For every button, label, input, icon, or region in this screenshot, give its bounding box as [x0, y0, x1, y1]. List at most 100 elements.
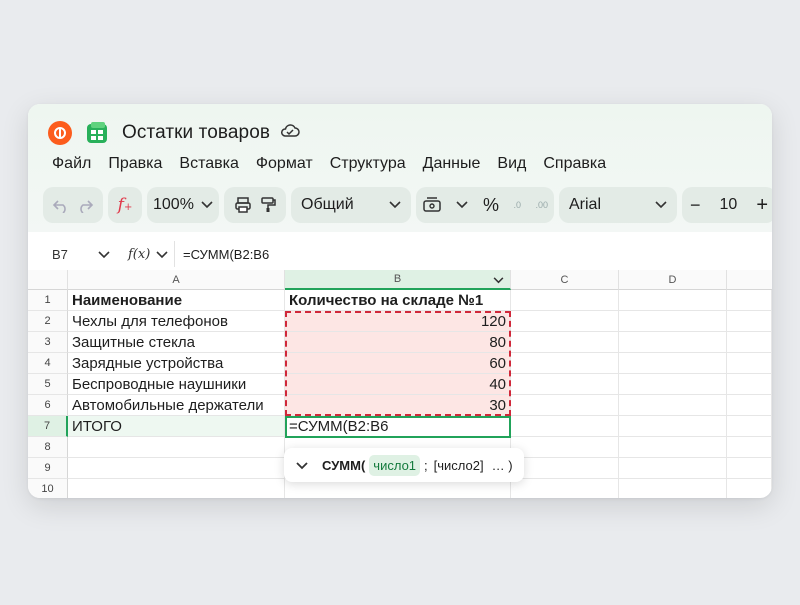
- row-header[interactable]: 2: [28, 311, 68, 332]
- sheet-cell[interactable]: [68, 479, 285, 498]
- redo-icon[interactable]: [76, 197, 94, 213]
- sheet-cell[interactable]: [511, 374, 619, 395]
- sheet-cell[interactable]: [727, 290, 772, 311]
- sheet-cell[interactable]: [727, 374, 772, 395]
- column-header-c[interactable]: C: [511, 270, 619, 290]
- print-icon[interactable]: [234, 196, 252, 214]
- name-box[interactable]: B7: [44, 239, 110, 269]
- sheet-cell[interactable]: [619, 311, 727, 332]
- chevron-down-icon[interactable]: [493, 275, 504, 287]
- menu-insert[interactable]: Вставка: [179, 155, 238, 173]
- row-header[interactable]: 5: [28, 374, 68, 395]
- sheet-cell[interactable]: [511, 311, 619, 332]
- title-bar: Остатки товаров: [48, 118, 300, 148]
- sheet-cell[interactable]: Защитные стекла: [68, 332, 285, 353]
- sheet-cell[interactable]: [619, 332, 727, 353]
- font-size-value[interactable]: 10: [720, 196, 738, 214]
- sheet-cell[interactable]: 60: [285, 353, 511, 374]
- sheet-cell[interactable]: 40: [285, 374, 511, 395]
- row-header[interactable]: 3: [28, 332, 68, 353]
- sheet-cell[interactable]: [619, 374, 727, 395]
- font-size-increase-button[interactable]: +: [756, 194, 768, 217]
- sheet-cell[interactable]: [68, 458, 285, 479]
- paint-format-icon[interactable]: [259, 196, 277, 214]
- sheet-cell[interactable]: [727, 416, 772, 437]
- chevron-down-icon[interactable]: [296, 458, 308, 473]
- chevron-down-icon[interactable]: [456, 196, 469, 214]
- sheet-cell[interactable]: [619, 395, 727, 416]
- row-header[interactable]: 9: [28, 458, 68, 479]
- currency-icon[interactable]: [422, 196, 442, 214]
- sheet-cell[interactable]: [619, 353, 727, 374]
- sheet-cell[interactable]: =СУММ(B2:B6: [285, 416, 511, 437]
- sheet-cell[interactable]: [619, 458, 727, 479]
- corner-cell[interactable]: [28, 270, 68, 290]
- sheet-cell[interactable]: [511, 395, 619, 416]
- sheet-cell[interactable]: Наименование: [68, 290, 285, 311]
- sheet-cell[interactable]: [619, 416, 727, 437]
- menu-format[interactable]: Формат: [256, 155, 313, 173]
- sheet-cell[interactable]: Автомобильные держатели: [68, 395, 285, 416]
- sheet-cell[interactable]: [511, 332, 619, 353]
- sheet-cell[interactable]: Чехлы для телефонов: [68, 311, 285, 332]
- sheet-cell[interactable]: [511, 290, 619, 311]
- sheet-cell[interactable]: [727, 353, 772, 374]
- sheet-cell[interactable]: Зарядные устройства: [68, 353, 285, 374]
- sheet-cell[interactable]: [619, 479, 727, 498]
- fx-button[interactable]: f(x): [128, 239, 168, 269]
- print-paint-group: [224, 187, 286, 223]
- row-header[interactable]: 7: [28, 416, 68, 437]
- sheet-cell[interactable]: [727, 479, 772, 498]
- sheet-cell[interactable]: [619, 437, 727, 458]
- menu-help[interactable]: Справка: [543, 155, 606, 173]
- sheet-cell[interactable]: [727, 437, 772, 458]
- sheet-cell[interactable]: [727, 311, 772, 332]
- row-header[interactable]: 6: [28, 395, 68, 416]
- column-header-a[interactable]: A: [68, 270, 285, 290]
- sheet-cell[interactable]: [511, 353, 619, 374]
- sheet-cell[interactable]: [619, 290, 727, 311]
- sheet-cell[interactable]: [727, 332, 772, 353]
- sheet-cell[interactable]: 30: [285, 395, 511, 416]
- sheet-cell[interactable]: [511, 479, 619, 498]
- column-header-b[interactable]: B: [285, 270, 511, 290]
- sheet-cell[interactable]: [727, 458, 772, 479]
- sheet-cell[interactable]: Беспроводные наушники: [68, 374, 285, 395]
- sheet-cell[interactable]: [68, 437, 285, 458]
- sheet-cell[interactable]: [511, 416, 619, 437]
- sheet-cell[interactable]: 80: [285, 332, 511, 353]
- undo-icon[interactable]: [52, 197, 70, 213]
- menu-edit[interactable]: Правка: [108, 155, 162, 173]
- sheet-cell[interactable]: Количество на складе №1: [285, 290, 511, 311]
- row-header[interactable]: 1: [28, 290, 68, 311]
- row-header[interactable]: 4: [28, 353, 68, 374]
- formula-input[interactable]: =СУММ(B2:B6: [174, 241, 772, 267]
- row-header[interactable]: 10: [28, 479, 68, 498]
- menu-data[interactable]: Данные: [423, 155, 481, 173]
- sheet-cell[interactable]: ИТОГО: [68, 416, 285, 437]
- document-title[interactable]: Остатки товаров: [122, 122, 270, 144]
- zoom-select[interactable]: 100%: [147, 187, 219, 223]
- yandex-logo-icon[interactable]: [48, 121, 72, 145]
- font-select[interactable]: Arial: [559, 187, 677, 223]
- tables-app-icon[interactable]: [84, 121, 110, 145]
- column-header-d[interactable]: D: [619, 270, 727, 290]
- increase-decimal-button[interactable]: .00: [535, 200, 548, 210]
- sheet-cell[interactable]: [511, 437, 619, 458]
- font-size-decrease-button[interactable]: −: [690, 195, 701, 216]
- sheet-cell[interactable]: 120: [285, 311, 511, 332]
- sheet-cell[interactable]: [511, 458, 619, 479]
- font-size-stepper: − 10 +: [682, 187, 772, 223]
- menu-file[interactable]: Файл: [52, 155, 91, 173]
- number-format-select[interactable]: Общий: [291, 187, 411, 223]
- menu-view[interactable]: Вид: [497, 155, 526, 173]
- menu-structure[interactable]: Структура: [330, 155, 406, 173]
- function-button[interactable]: f+: [108, 187, 142, 223]
- column-header-e[interactable]: [727, 270, 772, 290]
- sheet-cell[interactable]: [727, 395, 772, 416]
- function-hint-popup[interactable]: СУММ( число1 ; [число2] … ): [284, 448, 524, 482]
- decrease-decimal-button[interactable]: .0: [513, 200, 521, 210]
- column-b-label: B: [393, 273, 402, 285]
- percent-button[interactable]: %: [483, 195, 499, 216]
- row-header[interactable]: 8: [28, 437, 68, 458]
